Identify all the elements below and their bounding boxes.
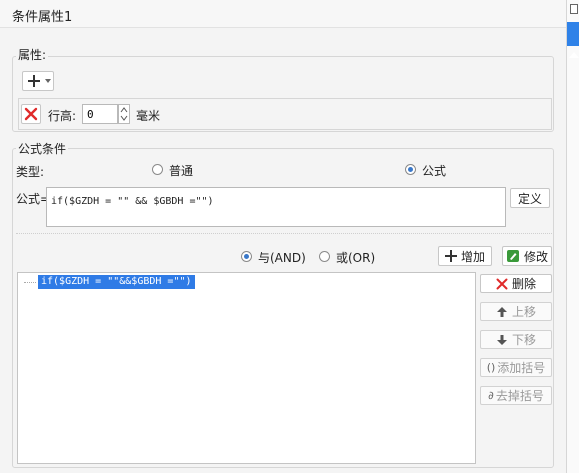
plus-icon: [28, 75, 40, 87]
delete-condition-button[interactable]: 删除: [480, 274, 552, 293]
type-label: 类型:: [16, 165, 45, 179]
add-attribute-dropdown[interactable]: [22, 71, 54, 91]
type-normal-radio[interactable]: [152, 164, 163, 175]
condition-list-item[interactable]: if($GZDH = ""&&$GBDH =""): [38, 275, 195, 289]
unit-label: 毫米: [136, 109, 161, 123]
move-up-label: 上移: [511, 305, 536, 319]
formula-input[interactable]: if($GZDH = "" && $GBDH =""): [46, 187, 506, 227]
edit-icon: [506, 250, 519, 262]
remove-bracket-label: 去掉括号: [495, 389, 544, 403]
condition-list[interactable]: if($GZDH = ""&&$GBDH =""): [17, 272, 476, 464]
arrow-down-icon: [496, 334, 507, 345]
plus-icon: [444, 250, 457, 262]
chevron-up-icon: [569, 52, 579, 58]
move-up-button[interactable]: 上移: [480, 302, 552, 321]
add-condition-label: 增加: [460, 249, 485, 264]
logic-and-label[interactable]: 与(AND): [258, 249, 306, 266]
chevron-down-icon: [45, 79, 51, 83]
formula-label: 公式=: [16, 192, 51, 206]
remove-bracket-button[interactable]: ∂ 去掉括号: [480, 386, 552, 405]
tree-connector: [24, 282, 36, 283]
arrow-up-icon: [496, 306, 507, 317]
window-title: 条件属性1: [12, 10, 73, 25]
type-formula-label[interactable]: 公式: [422, 162, 446, 179]
modify-condition-button[interactable]: 修改: [502, 246, 552, 266]
row-height-input[interactable]: [82, 104, 118, 124]
row-height-stepper[interactable]: [118, 104, 130, 124]
logic-and-radio[interactable]: [241, 251, 252, 262]
side-panel-strip[interactable]: [566, 0, 579, 473]
delete-condition-label: 删除: [511, 277, 536, 291]
red-x-icon: [24, 107, 38, 121]
document-icon: [570, 4, 578, 14]
row-height-label: 行高:: [48, 109, 77, 123]
move-down-label: 下移: [511, 333, 536, 347]
add-bracket-button[interactable]: () 添加括号: [480, 358, 552, 377]
type-formula-radio[interactable]: [405, 164, 416, 175]
define-button[interactable]: 定义: [510, 188, 550, 208]
stepper-arrows-icon: [120, 107, 128, 121]
attributes-group-label: 属性:: [16, 46, 49, 63]
collapse-button[interactable]: [567, 22, 579, 58]
add-bracket-icon: (): [486, 361, 496, 374]
type-normal-label[interactable]: 普通: [169, 162, 193, 179]
move-down-button[interactable]: 下移: [480, 330, 552, 349]
modify-condition-label: 修改: [523, 249, 548, 264]
formula-condition-label: 公式条件: [16, 140, 69, 157]
logic-or-radio[interactable]: [319, 251, 330, 262]
divider: [16, 233, 552, 234]
add-condition-button[interactable]: 增加: [438, 246, 492, 266]
red-x-icon: [496, 278, 508, 289]
title-bar: 条件属性1: [0, 0, 566, 28]
remove-bracket-icon: ∂: [488, 389, 494, 402]
define-button-label: 定义: [517, 191, 542, 206]
add-bracket-label: 添加括号: [497, 361, 546, 375]
delete-attribute-button[interactable]: [21, 104, 41, 124]
logic-or-label[interactable]: 或(OR): [336, 249, 375, 266]
